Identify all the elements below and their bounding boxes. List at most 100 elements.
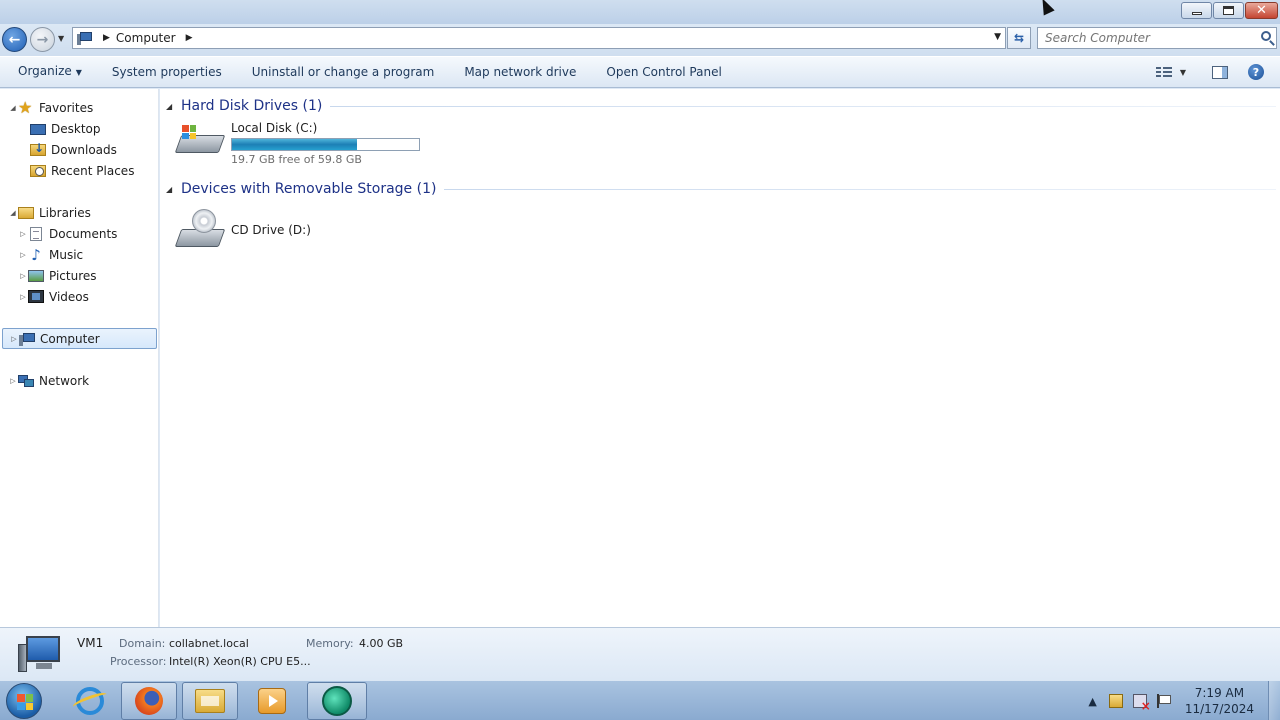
nav-videos[interactable]: ▷ Videos: [18, 286, 89, 307]
downloads-folder-icon: [30, 141, 46, 156]
chevron-down-icon: ▼: [75, 68, 82, 77]
group-collapse-icon[interactable]: ◢: [166, 102, 181, 111]
collapse-arrow-icon[interactable]: ▷: [18, 293, 28, 301]
documents-icon: [30, 226, 42, 241]
nav-favorites[interactable]: ◢ ★ Favorites: [8, 97, 93, 118]
nav-network-label: Network: [39, 373, 90, 388]
command-bar: Organize ▼ System properties Uninstall or…: [0, 56, 1280, 88]
taskbar-media-player[interactable]: [244, 682, 300, 720]
action-center-icon[interactable]: [1108, 694, 1123, 708]
breadcrumb-separator-icon[interactable]: ▶: [103, 33, 110, 43]
clock-time: 7:19 AM: [1194, 686, 1245, 700]
breadcrumb-chevron-icon[interactable]: ▶: [186, 33, 193, 43]
computer-icon: [19, 332, 35, 346]
view-options-dropdown-icon[interactable]: ▼: [1180, 68, 1186, 77]
system-tray: ▲ 7:19 AM 11/17/2024: [1088, 681, 1280, 720]
nav-computer[interactable]: ▷ Computer: [2, 328, 157, 349]
show-hidden-icons-button[interactable]: ▲: [1088, 695, 1096, 708]
content-pane: ◢ Hard Disk Drives (1) Local Disk (C:) 1…: [160, 89, 1280, 627]
address-row: ← → ▼ ▶ Computer ▶ ▼ ⇆: [0, 24, 1280, 56]
search-icon[interactable]: [1261, 31, 1271, 41]
taskbar-firefox[interactable]: [121, 682, 177, 720]
help-icon[interactable]: ?: [1248, 64, 1264, 80]
disk-usage-fill: [232, 139, 358, 150]
nav-network[interactable]: ▷ Network: [8, 370, 89, 391]
map-network-drive-button[interactable]: Map network drive: [449, 57, 591, 87]
taskbar-windows-explorer[interactable]: [182, 682, 238, 720]
memory-value: 4.00 GB: [359, 637, 404, 650]
close-button[interactable]: ✕: [1245, 2, 1278, 19]
uninstall-program-button[interactable]: Uninstall or change a program: [237, 57, 450, 87]
media-player-icon: [258, 688, 286, 714]
taskbar-app[interactable]: [307, 682, 367, 720]
expand-arrow-icon[interactable]: ◢: [8, 104, 18, 112]
back-button[interactable]: ←: [2, 27, 27, 52]
group-header-removable[interactable]: ◢ Devices with Removable Storage (1): [166, 179, 1276, 199]
folder-icon: [195, 689, 225, 713]
refresh-button[interactable]: ⇆: [1007, 27, 1031, 49]
nav-music-label: Music: [49, 247, 84, 262]
restore-button[interactable]: [1213, 2, 1244, 19]
address-dropdown-icon[interactable]: ▼: [994, 32, 1001, 42]
nav-documents[interactable]: ▷ Documents: [18, 223, 117, 244]
recent-pages-dropdown[interactable]: ▼: [58, 34, 64, 43]
computer-name: VM1: [77, 636, 104, 650]
network-icon: [18, 374, 34, 388]
volume-muted-icon[interactable]: [1132, 694, 1151, 713]
taskbar-internet-explorer[interactable]: [62, 682, 118, 720]
collapse-arrow-icon[interactable]: ▷: [8, 377, 18, 385]
collapse-arrow-icon[interactable]: ▷: [18, 230, 28, 238]
windows-logo-icon: [17, 694, 33, 710]
drive-cd-d[interactable]: CD Drive (D:): [174, 207, 311, 253]
back-arrow-icon: ←: [8, 31, 21, 48]
drive-local-disk-c[interactable]: Local Disk (C:) 19.7 GB free of 59.8 GB: [174, 121, 420, 167]
nav-desktop[interactable]: Desktop: [30, 118, 101, 139]
search-input[interactable]: [1038, 28, 1248, 48]
nav-recent-places-label: Recent Places: [51, 163, 135, 178]
group-title-hard-disks: Hard Disk Drives (1): [181, 98, 323, 114]
address-bar[interactable]: ▶ Computer ▶ ▼: [72, 27, 1006, 49]
organize-label: Organize: [18, 64, 72, 78]
organize-button[interactable]: Organize ▼: [0, 56, 97, 88]
title-bar: ✕: [0, 0, 1280, 24]
system-properties-button[interactable]: System properties: [97, 57, 237, 87]
show-desktop-button[interactable]: [1268, 681, 1280, 720]
nav-libraries[interactable]: ◢ Libraries: [8, 202, 91, 223]
group-divider: [444, 188, 1276, 190]
collapse-arrow-icon[interactable]: ▷: [18, 251, 28, 259]
disk-usage-bar: [231, 138, 420, 151]
nav-favorites-label: Favorites: [39, 100, 94, 115]
start-button[interactable]: [6, 683, 42, 719]
nav-recent-places[interactable]: Recent Places: [30, 160, 134, 181]
group-collapse-icon[interactable]: ◢: [166, 185, 181, 194]
flag-icon[interactable]: [1156, 694, 1171, 708]
navigation-pane: ◢ ★ Favorites Desktop Downloads Recent P…: [0, 89, 159, 627]
refresh-icon: ⇆: [1013, 31, 1025, 45]
group-header-hard-disks[interactable]: ◢ Hard Disk Drives (1): [166, 96, 1276, 116]
restore-icon: [1223, 6, 1234, 15]
star-icon: ★: [18, 97, 33, 117]
collapse-arrow-icon[interactable]: ▷: [18, 272, 28, 280]
nav-pictures[interactable]: ▷ Pictures: [18, 265, 96, 286]
open-control-panel-button[interactable]: Open Control Panel: [591, 57, 736, 87]
group-title-removable: Devices with Removable Storage (1): [181, 181, 437, 197]
collapse-arrow-icon[interactable]: ▷: [9, 335, 19, 343]
breadcrumb-computer[interactable]: Computer: [116, 31, 176, 45]
preview-pane-icon[interactable]: [1212, 65, 1228, 79]
forward-button[interactable]: →: [30, 27, 55, 52]
expand-arrow-icon[interactable]: ◢: [8, 209, 18, 217]
search-box[interactable]: [1037, 27, 1277, 49]
clock[interactable]: 7:19 AM 11/17/2024: [1185, 685, 1254, 717]
group-divider: [330, 105, 1276, 107]
change-view-icon[interactable]: [1155, 66, 1172, 78]
nav-downloads[interactable]: Downloads: [30, 139, 117, 160]
details-pane: VM1 Domain: collabnet.local Memory: 4.00…: [0, 627, 1280, 680]
nav-videos-label: Videos: [49, 289, 89, 304]
taskbar: ▲ 7:19 AM 11/17/2024: [0, 680, 1280, 720]
nav-music[interactable]: ▷ ♪ Music: [18, 244, 83, 265]
nav-documents-label: Documents: [49, 226, 118, 241]
nav-downloads-label: Downloads: [51, 142, 117, 157]
music-icon: ♪: [31, 245, 41, 264]
processor-value: Intel(R) Xeon(R) CPU E5...: [169, 655, 311, 668]
minimize-button[interactable]: [1181, 2, 1212, 19]
